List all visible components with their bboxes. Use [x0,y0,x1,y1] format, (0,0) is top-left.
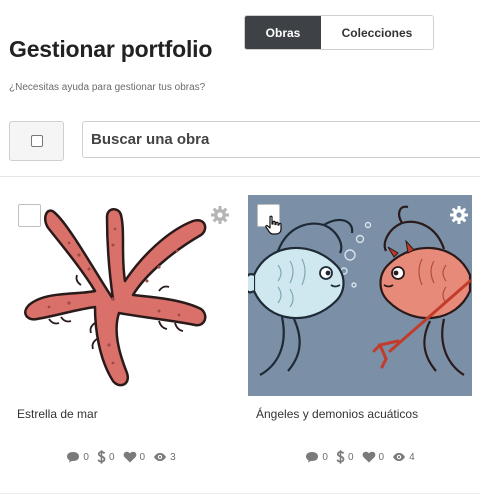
gear-icon[interactable] [210,205,230,225]
select-all-checkbox[interactable] [30,135,43,147]
starfish-illustration [9,195,233,396]
bottom-divider [0,493,480,494]
price-value: 0 [347,451,354,463]
views-stat: 3 [153,450,176,464]
artwork-stats: 0 0 0 3 [9,450,233,464]
tab-obras[interactable]: Obras [245,16,321,49]
artwork-card[interactable]: Ángeles y demonios acuáticos 0 0 0 4 [248,195,472,464]
artwork-title[interactable]: Estrella de mar [17,407,98,421]
tab-colecciones[interactable]: Colecciones [321,16,433,49]
artwork-thumbnail[interactable] [248,195,472,396]
artwork-select-checkbox[interactable] [18,204,41,227]
views-stat: 4 [392,450,415,464]
heart-icon [123,451,136,463]
artwork-title[interactable]: Ángeles y demonios acuáticos [256,407,418,421]
eye-icon [393,453,406,461]
eye-icon [154,453,167,461]
likes-count: 0 [378,451,385,463]
view-tabs: Obras Colecciones [244,15,434,50]
artwork-thumbnail[interactable] [9,195,233,396]
page-title: Gestionar portfolio [9,36,213,62]
divider [0,176,480,177]
comments-count: 0 [322,451,328,463]
comment-icon [306,452,319,463]
hand-cursor-icon [265,215,282,235]
price-stat: 0 [336,450,354,464]
help-link[interactable]: ¿Necesitas ayuda para gestionar tus obra… [9,82,205,93]
artwork-card[interactable]: Estrella de mar 0 0 0 3 [9,195,233,464]
comment-icon [67,452,80,463]
likes-stat: 0 [123,450,146,464]
select-all-button[interactable] [9,121,64,161]
artwork-stats: 0 0 0 4 [248,450,472,464]
comments-stat: 0 [66,450,89,464]
comments-count: 0 [83,451,89,463]
price-value: 0 [108,451,115,463]
price-stat: 0 [97,450,115,464]
views-count: 4 [409,451,415,463]
gear-icon[interactable] [449,205,469,225]
heart-icon [362,451,375,463]
views-count: 3 [170,451,176,463]
dollar-icon [97,450,106,464]
dollar-icon [336,450,345,464]
search-input[interactable] [82,121,480,158]
likes-count: 0 [139,451,146,463]
comments-stat: 0 [305,450,328,464]
likes-stat: 0 [362,450,385,464]
